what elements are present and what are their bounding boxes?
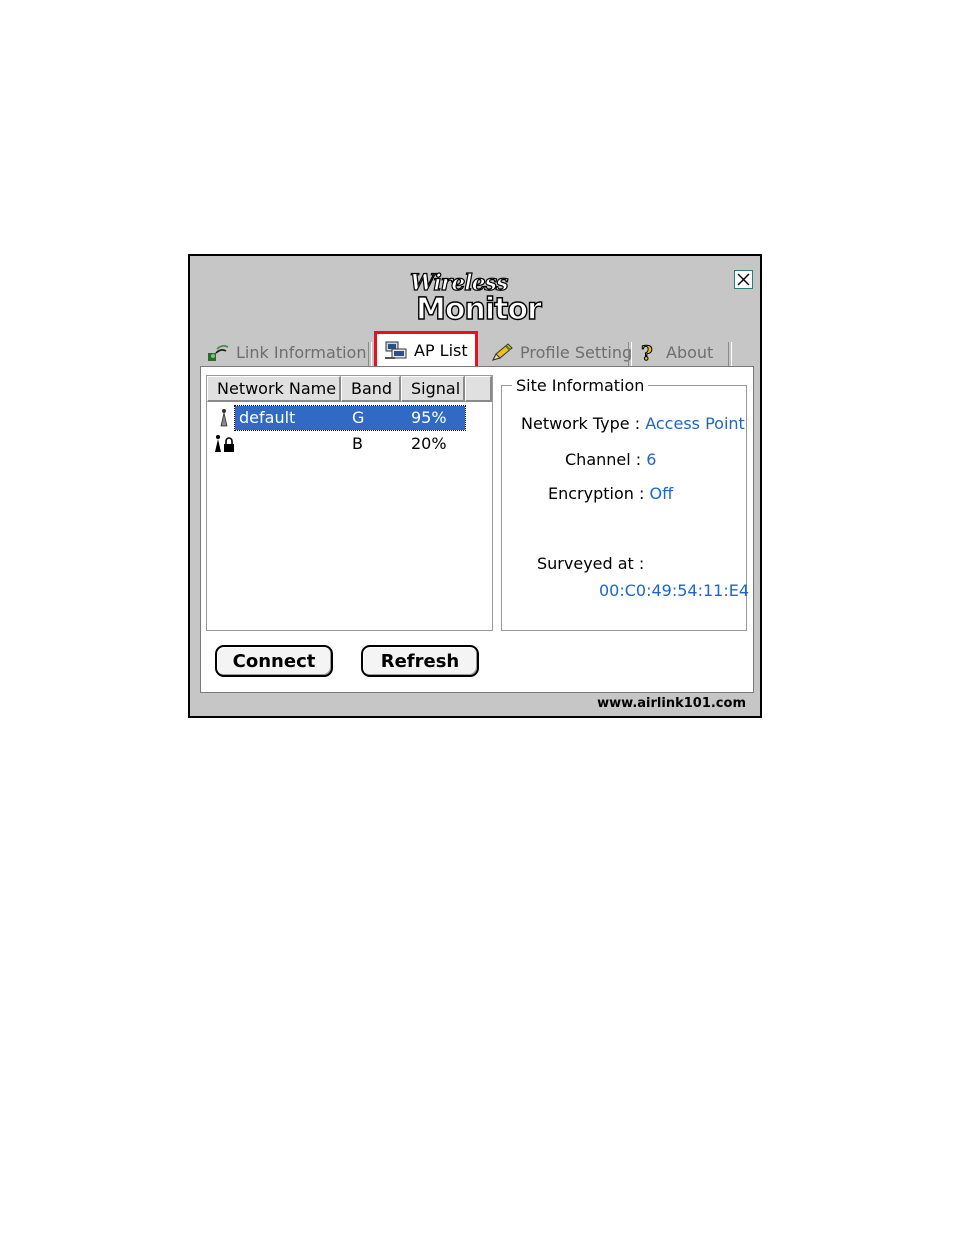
link-signal-icon	[208, 345, 229, 361]
channel-field: Channel : 6	[565, 450, 656, 470]
encryption-field: Encryption : Off	[548, 484, 673, 504]
connect-button[interactable]: Connect	[215, 645, 333, 677]
signal-cell: 95%	[411, 408, 447, 427]
column-header-network-name[interactable]: Network Name	[207, 376, 341, 402]
tab-ap-list[interactable]: AP List	[374, 331, 478, 369]
logo-line2: Monitor	[415, 291, 542, 327]
surveyed-at-value: 00:C0:49:54:11:E4	[599, 581, 750, 600]
ap-list-header: Network Name Band Signal	[207, 376, 492, 402]
network-type-value: Access Point	[645, 414, 745, 433]
band-cell: B	[352, 434, 363, 453]
table-row[interactable]: default G 95%	[207, 405, 492, 431]
svg-text:?: ?	[641, 341, 653, 363]
refresh-button[interactable]: Refresh	[361, 645, 479, 677]
antenna-icon	[220, 409, 228, 427]
tab-divider	[728, 342, 732, 366]
encryption-label: Encryption :	[548, 484, 645, 503]
encryption-value: Off	[649, 484, 674, 503]
tab-label: AP List	[414, 340, 468, 360]
ap-list-icon	[385, 341, 407, 359]
antenna-lock-icon	[215, 435, 234, 452]
tab-label: Link Information	[236, 342, 367, 362]
site-information-legend: Site Information	[512, 376, 649, 396]
channel-label: Channel :	[565, 450, 642, 469]
network-name-cell: default	[239, 408, 296, 427]
tab-label: About	[666, 342, 714, 362]
tab-label: Profile Setting	[520, 342, 633, 362]
tab-link-information[interactable]: Link Information	[206, 336, 366, 368]
question-icon: ?	[641, 341, 654, 363]
ap-list-table[interactable]: Network Name Band Signal default G 95% B…	[206, 375, 493, 631]
signal-cell: 20%	[411, 434, 447, 453]
ap-list-panel: Network Name Band Signal default G 95% B…	[200, 366, 754, 693]
tab-about[interactable]: ? About	[636, 336, 714, 368]
tab-bar: Link Information AP List Profile Setting	[200, 331, 745, 369]
tab-profile-setting[interactable]: Profile Setting	[490, 336, 632, 368]
column-header-signal[interactable]: Signal	[401, 376, 465, 402]
wireless-monitor-logo: Wireless Monitor	[408, 269, 558, 327]
network-type-field: Network Type : Access Point	[521, 414, 745, 434]
footer-url: www.airlink101.com	[597, 696, 746, 711]
close-button[interactable]	[734, 270, 753, 289]
table-row[interactable]: B 20%	[207, 432, 492, 456]
pencil-icon	[492, 343, 513, 361]
close-icon	[737, 273, 750, 286]
site-information-group: Site Information Network Type : Access P…	[501, 376, 750, 631]
surveyed-at-label: Surveyed at :	[537, 554, 645, 573]
channel-value: 6	[646, 450, 657, 469]
network-type-label: Network Type :	[521, 414, 641, 433]
column-header-filler	[465, 376, 492, 402]
band-cell: G	[352, 408, 365, 427]
wireless-monitor-window: Wireless Monitor Link Information AP Lis…	[188, 254, 762, 718]
column-header-band[interactable]: Band	[341, 376, 401, 402]
tab-divider	[628, 342, 632, 366]
tab-divider	[368, 342, 372, 366]
